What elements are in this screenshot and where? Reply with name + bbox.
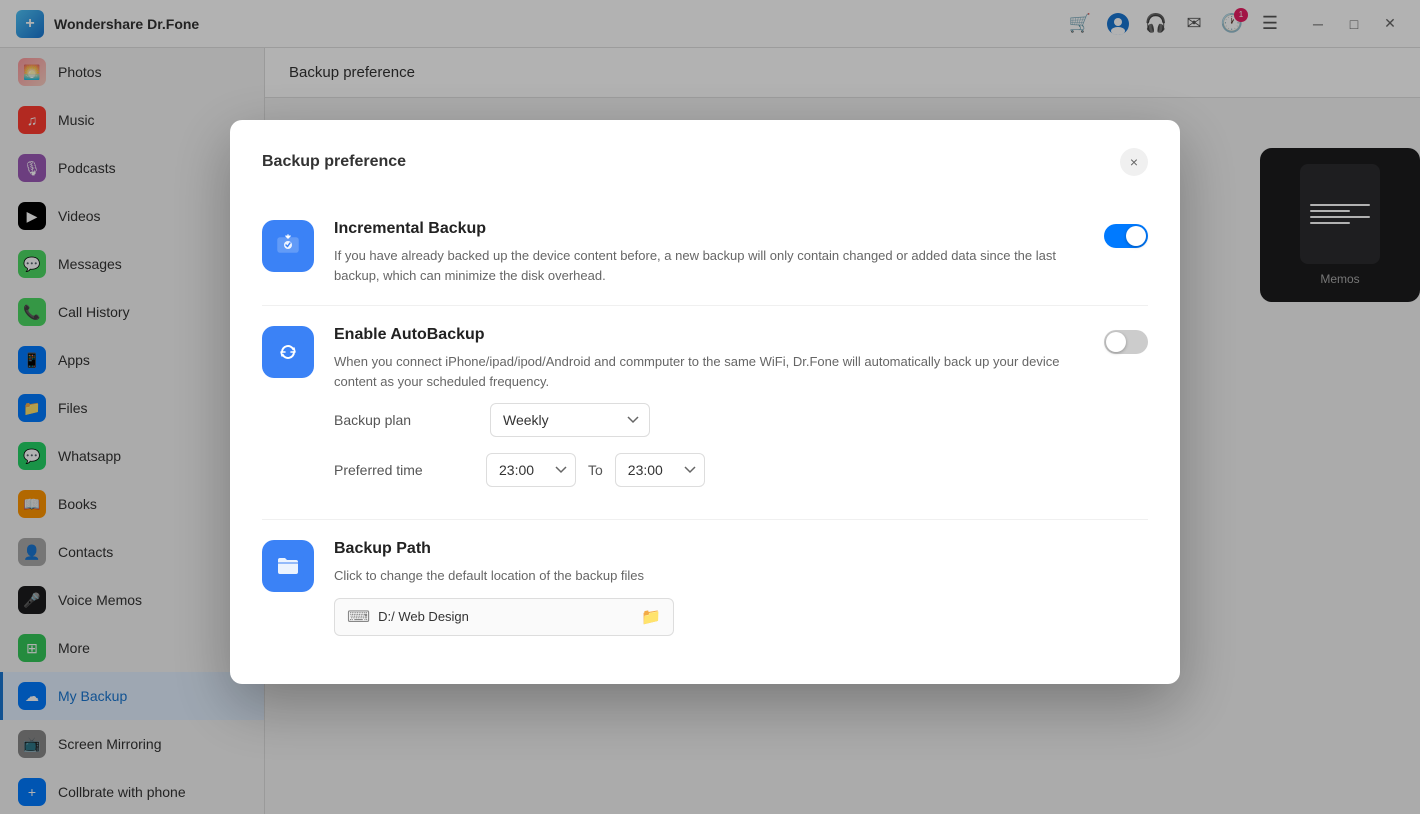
modal-title: Backup preference <box>262 153 406 171</box>
backup-path-desc: Click to change the default location of … <box>334 566 1148 586</box>
time-to-select[interactable]: 23:00 00:0001:00 <box>615 453 705 487</box>
backup-plan-label: Backup plan <box>334 412 474 428</box>
autobackup-icon <box>262 326 314 378</box>
backup-plan-row: Backup plan Weekly Daily Monthly <box>334 391 1084 449</box>
backup-path-icon <box>262 540 314 592</box>
backup-path-content: Backup Path Click to change the default … <box>334 540 1148 636</box>
modal-close-button[interactable]: × <box>1120 148 1148 176</box>
to-label: To <box>588 462 603 478</box>
preferred-time-label: Preferred time <box>334 462 474 478</box>
incremental-backup-toggle-area <box>1104 224 1148 248</box>
incremental-backup-desc: If you have already backed up the device… <box>334 246 1084 285</box>
autobackup-toggle-area <box>1104 330 1148 354</box>
autobackup-title: Enable AutoBackup <box>334 326 1084 344</box>
incremental-backup-content: Incremental Backup If you have already b… <box>334 220 1084 285</box>
modal-header: Backup preference × <box>262 148 1148 176</box>
autobackup-section: Enable AutoBackup When you connect iPhon… <box>262 306 1148 520</box>
incremental-backup-icon <box>262 220 314 272</box>
backup-path-title: Backup Path <box>334 540 1148 558</box>
path-row: ⌨ D:/ Web Design 📁 <box>334 598 1148 636</box>
time-from-select[interactable]: 23:00 00:0001:0002:00 22:00 <box>486 453 576 487</box>
backup-path-section: Backup Path Click to change the default … <box>262 520 1148 656</box>
autobackup-toggle[interactable] <box>1104 330 1148 354</box>
backup-plan-select[interactable]: Weekly Daily Monthly <box>490 403 650 437</box>
preferred-time-row: Preferred time 23:00 00:0001:0002:00 22:… <box>334 449 1084 499</box>
backup-preference-modal: Backup preference × Incremental Backup I… <box>230 120 1180 684</box>
path-input-box[interactable]: ⌨ D:/ Web Design 📁 <box>334 598 674 636</box>
incremental-backup-toggle[interactable] <box>1104 224 1148 248</box>
keyboard-icon: ⌨ <box>347 607 370 627</box>
folder-browse-icon[interactable]: 📁 <box>641 607 661 627</box>
autobackup-desc: When you connect iPhone/ipad/ipod/Androi… <box>334 352 1084 391</box>
autobackup-toggle-thumb <box>1106 332 1126 352</box>
incremental-backup-title: Incremental Backup <box>334 220 1084 238</box>
autobackup-content: Enable AutoBackup When you connect iPhon… <box>334 326 1084 499</box>
incremental-backup-section: Incremental Backup If you have already b… <box>262 200 1148 306</box>
path-value: D:/ Web Design <box>378 609 633 624</box>
incremental-toggle-thumb <box>1126 226 1146 246</box>
